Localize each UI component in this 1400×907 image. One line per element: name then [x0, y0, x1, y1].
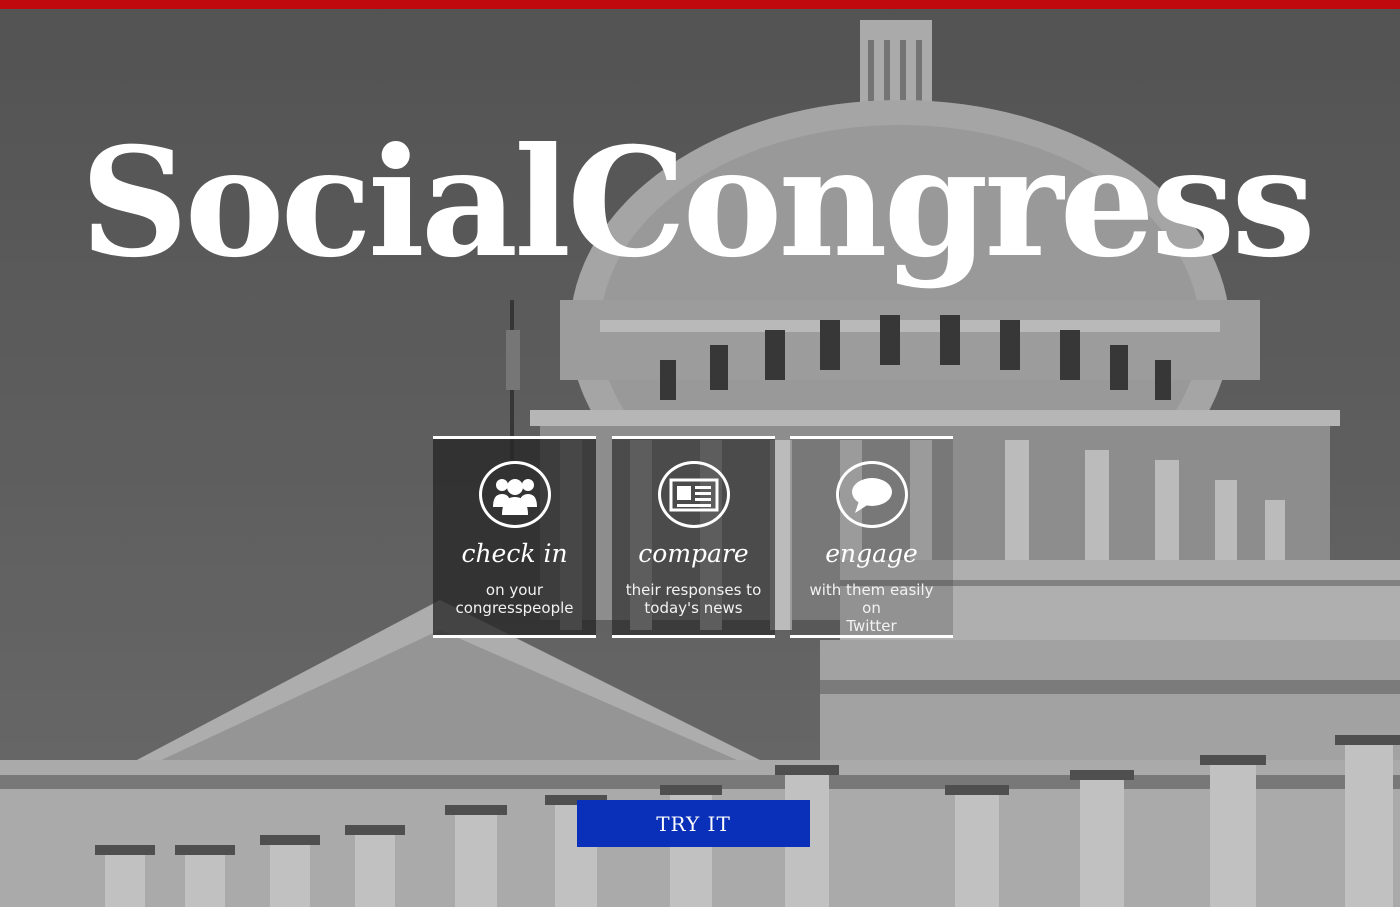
features-panel: check in on your congresspeople compare …	[433, 436, 953, 638]
feature-heading: engage	[825, 539, 918, 568]
newspaper-icon	[657, 461, 730, 528]
feature-engage: engage with them easily on Twitter	[790, 436, 953, 638]
group-icon	[478, 461, 551, 528]
feature-description: with them easily on Twitter	[809, 581, 934, 635]
feature-check-in: check in on your congresspeople	[433, 436, 596, 638]
feature-heading: compare	[638, 539, 749, 568]
feature-description: on your congresspeople	[455, 581, 574, 617]
feature-description: their responses to today's news	[625, 581, 762, 617]
top-accent-bar	[0, 0, 1400, 9]
speech-bubble-icon	[835, 461, 908, 528]
site-title: SocialCongress	[80, 115, 1316, 291]
feature-compare: compare their responses to today's news	[612, 436, 775, 638]
try-it-button[interactable]: TRY IT	[577, 800, 810, 847]
feature-heading: check in	[461, 539, 568, 568]
